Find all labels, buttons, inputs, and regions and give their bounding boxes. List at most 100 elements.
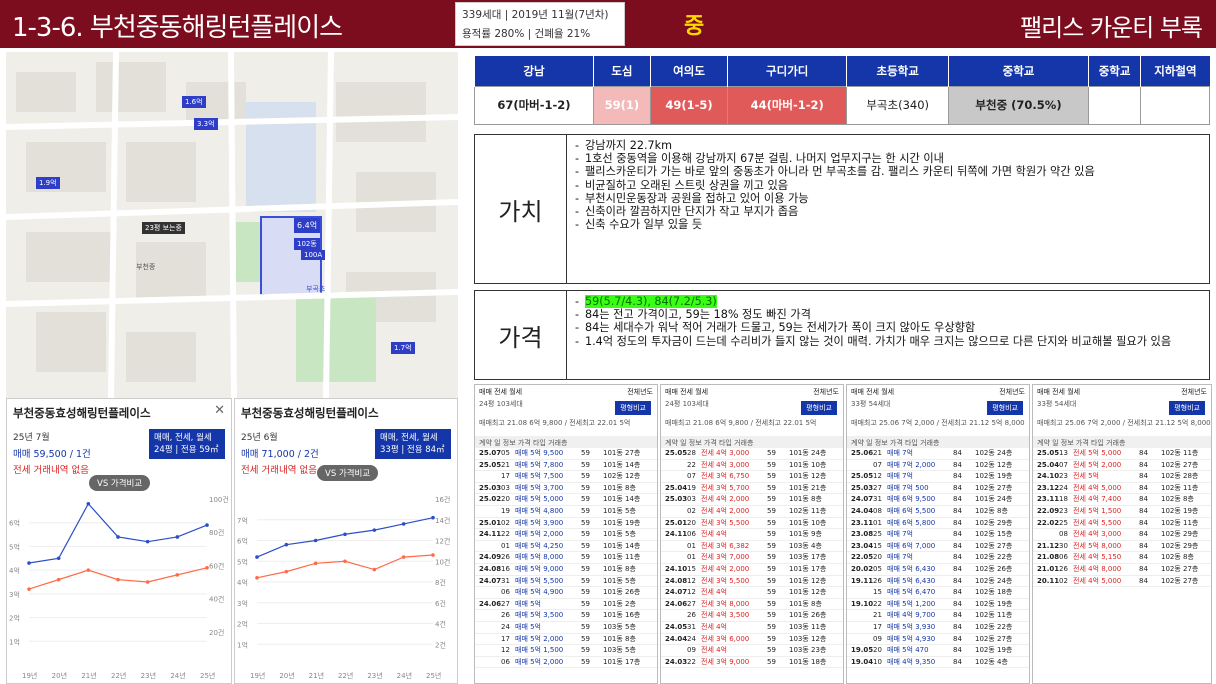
tx-row[interactable]: 06 매매 5억 2,000 59 101동 17층 (475, 657, 657, 669)
tx-row[interactable]: 23.1224 전세 4억 5,000 84 102동 11층 (1033, 483, 1211, 495)
tx-row[interactable]: 22.0520 매매 7억 84 102동 22층 (847, 552, 1029, 564)
tx-row[interactable]: 23.0825 매매 7억 84 102동 15층 (847, 529, 1029, 541)
type-filter-button[interactable]: 매매, 전세, 월세 24평 | 전용 59㎡ (149, 429, 225, 459)
tx-row[interactable]: 24.0408 매매 6억 5,500 84 102동 8층 (847, 506, 1029, 518)
tab-label[interactable]: 매매 전세 월세 (665, 388, 708, 396)
tab-label[interactable]: 매매 전세 월세 (479, 388, 522, 396)
tx-row[interactable]: 24.0712 전세 4억 59 101동 12층 (661, 587, 843, 599)
tx-row[interactable]: 20.1102 전세 4억 5,000 84 102동 27층 (1033, 576, 1211, 588)
tx-row[interactable]: 25.0419 전세 3억 5,700 59 101동 21층 (661, 483, 843, 495)
tx-row[interactable]: 19.0410 매매 4억 9,350 84 102동 4층 (847, 657, 1029, 669)
tx-row[interactable]: 24.0424 전세 3억 6,000 59 103동 12층 (661, 634, 843, 646)
tx-row[interactable]: 17 매매 5억 2,000 59 101동 8층 (475, 634, 657, 646)
compare-area-button[interactable]: 평형비교 (801, 401, 837, 415)
tx-row[interactable]: 24.1106 전세 4억 59 101동 9층 (661, 529, 843, 541)
tx-row[interactable]: 25.0512 매매 7억 84 102동 19층 (847, 471, 1029, 483)
map-price-pin[interactable]: 1.9억 (36, 177, 60, 189)
tx-row[interactable]: 24.0531 전세 4억 59 103동 11층 (661, 622, 843, 634)
tx-row[interactable]: 23.1118 전세 4억 7,400 84 102동 8층 (1033, 494, 1211, 506)
tx-type: 84 (953, 646, 962, 655)
tx-row[interactable]: 17 매매 5억 3,930 84 102동 22층 (847, 622, 1029, 634)
tx-row[interactable]: 26 전세 4억 3,500 59 101동 26층 (661, 610, 843, 622)
map-price-pin[interactable]: 6.4억 (294, 218, 321, 233)
tx-row[interactable]: 22 전세 4억 3,000 59 101동 10층 (661, 460, 843, 472)
year-filter[interactable]: 전체년도 (999, 387, 1025, 397)
tx-list-59-sale[interactable]: 매매 전세 월세 전체년도 24평 103세대 평형비교 매매최고 21.08 6억 9… (474, 384, 658, 684)
map-price-pin[interactable]: 1.7억 (391, 342, 415, 354)
tx-row[interactable]: 25.0220 매매 5억 5,000 59 101동 14층 (475, 494, 657, 506)
tx-row[interactable]: 25.0621 매매 7억 84 102동 24층 (847, 448, 1029, 460)
tx-row[interactable]: 24.0322 전세 3억 9,000 59 101동 18층 (661, 657, 843, 669)
tx-row[interactable]: 25.0528 전세 4억 3,000 59 101동 24층 (661, 448, 843, 460)
tx-row[interactable]: 24.0816 매매 5억 9,000 59 101동 8층 (475, 564, 657, 576)
tx-row[interactable]: 02 전세 4억 2,000 59 102동 11층 (661, 506, 843, 518)
tx-row[interactable]: 20.0205 매매 5억 6,430 84 102동 26층 (847, 564, 1029, 576)
tx-row[interactable]: 25.0327 매매 7억 500 84 102동 27층 (847, 483, 1029, 495)
year-filter[interactable]: 전체년도 (627, 387, 653, 397)
tx-row[interactable]: 21 매매 4억 9,700 84 102동 11층 (847, 610, 1029, 622)
tx-row[interactable]: 19 매매 5억 4,800 59 101동 5층 (475, 506, 657, 518)
tx-row[interactable]: 08 전세 4억 3,000 84 102동 29층 (1033, 529, 1211, 541)
tx-row[interactable]: 12 매매 5억 1,500 59 103동 5층 (475, 645, 657, 657)
vs-compare-button[interactable]: VS 가격비교 (317, 465, 379, 481)
tx-row[interactable]: 24.1015 전세 4억 2,000 59 101동 17층 (661, 564, 843, 576)
tx-row[interactable]: 07 전세 3억 6,750 59 101동 12층 (661, 471, 843, 483)
tab-label[interactable]: 매매 전세 월세 (1037, 388, 1080, 396)
tx-row[interactable]: 25.0513 전세 5억 5,000 84 102동 11층 (1033, 448, 1211, 460)
compare-area-button[interactable]: 평형비교 (1169, 401, 1205, 415)
tx-day: 27 (501, 599, 510, 608)
tx-row[interactable]: 19.1022 매매 5억 1,200 84 102동 19층 (847, 599, 1029, 611)
tx-row[interactable]: 17 매매 5억 7,500 59 102동 12층 (475, 471, 657, 483)
tx-type: 59 (581, 553, 590, 562)
tx-row[interactable]: 19.1126 매매 5억 6,430 84 102동 24층 (847, 576, 1029, 588)
tx-row[interactable]: 25.0120 전세 3억 5,500 59 101동 10층 (661, 518, 843, 530)
tx-row[interactable]: 09 전세 4억 59 103동 23층 (661, 645, 843, 657)
tx-row[interactable]: 25.0407 전세 5억 2,000 84 102동 27층 (1033, 460, 1211, 472)
tx-row[interactable]: 19.0520 매매 5억 470 84 102동 19층 (847, 645, 1029, 657)
tx-row[interactable]: 25.0303 전세 4억 2,000 59 101동 8층 (661, 494, 843, 506)
vs-compare-button[interactable]: VS 가격비교 (89, 475, 151, 491)
tx-row[interactable]: 24 매매 5억 59 103동 5층 (475, 622, 657, 634)
tx-row[interactable]: 23.0415 매매 6억 7,000 84 102동 27층 (847, 541, 1029, 553)
tx-row[interactable]: 25.0521 매매 5억 7,800 59 101동 14층 (475, 460, 657, 472)
tx-row[interactable]: 24.0812 전세 3억 5,500 59 101동 12층 (661, 576, 843, 588)
tx-row[interactable]: 23.1101 매매 6억 5,800 84 102동 29층 (847, 518, 1029, 530)
compare-area-button[interactable]: 평형비교 (615, 401, 651, 415)
tx-row[interactable]: 09 매매 5억 4,930 84 102동 27층 (847, 634, 1029, 646)
tab-label[interactable]: 매매 전세 월세 (851, 388, 894, 396)
tx-row[interactable]: 24.1122 매매 5억 2,000 59 101동 5층 (475, 529, 657, 541)
tx-row[interactable]: 24.0926 매매 5억 8,000 59 101동 11층 (475, 552, 657, 564)
map-price-pin[interactable]: 3.3억 (194, 118, 218, 130)
tx-row[interactable]: 25.0303 매매 5억 3,700 59 101동 8층 (475, 483, 657, 495)
tx-row[interactable]: 25.0102 매매 5억 3,900 59 101동 19층 (475, 518, 657, 530)
tx-row[interactable]: 26 매매 5억 3,500 59 101동 16층 (475, 610, 657, 622)
tx-row[interactable]: 25.0705 매매 5억 9,500 59 101동 27층 (475, 448, 657, 460)
tx-row[interactable]: 21.0806 전세 4억 5,150 84 102동 8층 (1033, 552, 1211, 564)
tx-list-59-jeonse[interactable]: 매매 전세 월세 전체년도 24평 103세대 평형비교 매매최고 21.08 6억 9… (660, 384, 844, 684)
tx-row[interactable]: 24.0731 매매 5억 5,500 59 101동 5층 (475, 576, 657, 588)
tx-row[interactable]: 22.0923 전세 5억 1,500 84 102동 19층 (1033, 506, 1211, 518)
year-filter[interactable]: 전체년도 (1181, 387, 1207, 397)
tx-row[interactable]: 21.1230 전세 5억 8,000 84 102동 29층 (1033, 541, 1211, 553)
tx-row[interactable]: 01 매매 5억 4,250 59 101동 14층 (475, 541, 657, 553)
tx-row[interactable]: 21.0126 전세 4억 8,000 84 102동 27층 (1033, 564, 1211, 576)
tx-row[interactable]: 15 매매 5억 6,470 84 102동 18층 (847, 587, 1029, 599)
close-icon[interactable]: ✕ (214, 403, 225, 418)
tx-list-84-sale[interactable]: 매매 전세 월세 전체년도 33평 54세대 평형비교 매매최고 25.06 7억 2,… (846, 384, 1030, 684)
map-price-pin[interactable]: 1.6억 (182, 96, 206, 108)
tx-row[interactable]: 07 매매 7억 2,000 84 102동 12층 (847, 460, 1029, 472)
tx-row[interactable]: 22.0225 전세 4억 5,500 84 102동 11층 (1033, 518, 1211, 530)
tx-row[interactable]: 24.0627 매매 5억 59 101동 2층 (475, 599, 657, 611)
tx-row[interactable]: 06 매매 5억 4,900 59 101동 26층 (475, 587, 657, 599)
tx-list-84-jeonse[interactable]: 매매 전세 월세 전체년도 33평 54세대 평형비교 매매최고 25.06 7억 2,… (1032, 384, 1212, 684)
tx-row[interactable]: 24.1023 전세 5억 84 102동 28층 (1033, 471, 1211, 483)
year-filter[interactable]: 전체년도 (813, 387, 839, 397)
tx-row[interactable]: 01 전세 3억 6,382 59 103동 4층 (661, 541, 843, 553)
tx-row[interactable]: 24.0627 전세 3억 8,000 59 101동 8층 (661, 599, 843, 611)
tx-row[interactable]: 24.0731 매매 6억 9,500 84 101동 24층 (847, 494, 1029, 506)
compare-area-button[interactable]: 평형비교 (987, 401, 1023, 415)
tx-type: 59 (767, 530, 776, 539)
location-map[interactable]: 23평 보는중 6.4억 102동 100A 1.9억 3.3억 1.6억 1.… (6, 52, 458, 398)
type-filter-button[interactable]: 매매, 전세, 월세 33평 | 전용 84㎡ (375, 429, 451, 459)
tx-row[interactable]: 01 전세 3억 7,000 59 103동 17층 (661, 552, 843, 564)
